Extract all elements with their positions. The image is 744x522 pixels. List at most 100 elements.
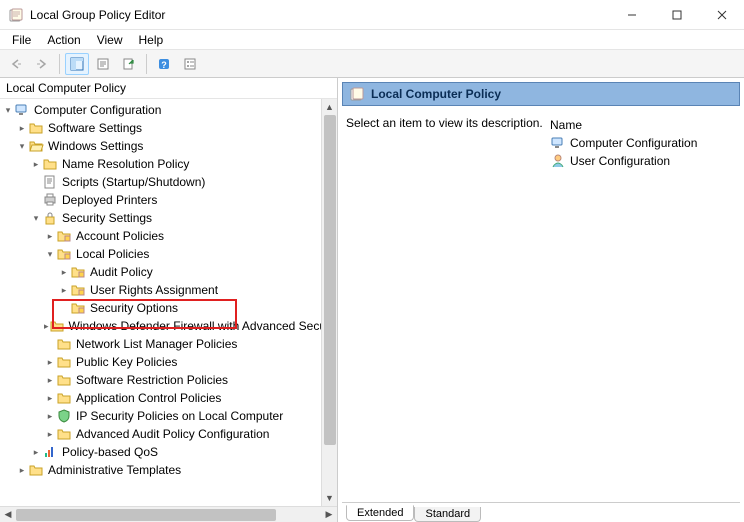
tree-item-name-resolution-policy[interactable]: ▸ Name Resolution Policy (0, 155, 337, 173)
chevron-right-icon[interactable]: ▸ (44, 357, 56, 368)
tree-label: Application Control Policies (74, 391, 221, 405)
chevron-down-icon[interactable]: ▾ (44, 249, 56, 260)
tree-label: Administrative Templates (46, 463, 181, 477)
tree-item-local-policies[interactable]: ▾ Local Policies (0, 245, 337, 263)
folder-icon (28, 120, 44, 136)
tab-standard[interactable]: Standard (414, 507, 481, 522)
chevron-right-icon[interactable]: ▸ (30, 159, 42, 170)
tree-item-administrative-templates[interactable]: ▸ Administrative Templates (0, 461, 337, 479)
scroll-track[interactable] (16, 507, 321, 522)
tree-item-public-key-policies[interactable]: ▸ Public Key Policies (0, 353, 337, 371)
folder-lock-icon (70, 282, 86, 298)
details-pane: Local Computer Policy Select an item to … (338, 78, 744, 522)
toolbar-separator (146, 54, 147, 74)
chevron-right-icon[interactable]: ▸ (44, 429, 56, 440)
chevron-down-icon[interactable]: ▾ (30, 213, 42, 224)
tree-item-audit-policy[interactable]: ▸ Audit Policy (0, 263, 337, 281)
chevron-right-icon[interactable]: ▸ (44, 411, 56, 422)
computer-icon (14, 102, 30, 118)
scroll-thumb[interactable] (16, 509, 276, 521)
tree-label: Software Restriction Policies (74, 373, 228, 387)
chevron-down-icon[interactable]: ▾ (2, 105, 14, 116)
policy-icon (349, 86, 365, 102)
column-header-name[interactable]: Name (546, 116, 736, 134)
forward-button[interactable] (30, 53, 54, 75)
folder-icon (56, 372, 72, 388)
close-button[interactable] (699, 0, 744, 30)
tree-item-user-rights-assignment[interactable]: ▸ User Rights Assignment (0, 281, 337, 299)
tree-horizontal-scrollbar[interactable]: ◀ ▶ (0, 506, 337, 522)
details-list: Name Computer Configuration User Configu… (546, 116, 736, 502)
show-tree-button[interactable] (65, 53, 89, 75)
tree-label: Security Options (88, 301, 178, 315)
help-button[interactable]: ? (152, 53, 176, 75)
folder-open-icon (28, 138, 44, 154)
tree-header[interactable]: Local Computer Policy (0, 78, 337, 99)
tree-label: Name Resolution Policy (60, 157, 189, 171)
tree-item-advanced-audit-policy[interactable]: ▸ Advanced Audit Policy Configuration (0, 425, 337, 443)
folder-icon (28, 462, 44, 478)
scroll-left-icon[interactable]: ◀ (0, 507, 16, 522)
chevron-down-icon[interactable]: ▾ (16, 141, 28, 152)
tree-item-application-control-policies[interactable]: ▸ Application Control Policies (0, 389, 337, 407)
minimize-button[interactable] (609, 0, 654, 30)
app-icon (8, 7, 24, 23)
filter-button[interactable] (178, 53, 202, 75)
scroll-down-icon[interactable]: ▼ (322, 490, 338, 506)
content-area: Local Computer Policy ▾ Computer Configu… (0, 78, 744, 522)
chevron-right-icon[interactable]: ▸ (16, 123, 28, 134)
tree-item-security-options[interactable]: Security Options (0, 299, 337, 317)
tree-item-windows-defender-firewall[interactable]: ▸ Windows Defender Firewall with Advance… (0, 317, 337, 335)
tree-pane: Local Computer Policy ▾ Computer Configu… (0, 78, 338, 522)
tree-item-security-settings[interactable]: ▾ Security Settings (0, 209, 337, 227)
folder-icon (56, 426, 72, 442)
menu-action[interactable]: Action (39, 31, 88, 49)
tree-item-deployed-printers[interactable]: Deployed Printers (0, 191, 337, 209)
tree-item-software-restriction-policies[interactable]: ▸ Software Restriction Policies (0, 371, 337, 389)
tree-label: Security Settings (60, 211, 152, 225)
tree-item-account-policies[interactable]: ▸ Account Policies (0, 227, 337, 245)
tree-item-scripts[interactable]: Scripts (Startup/Shutdown) (0, 173, 337, 191)
tree-item-ip-security-policies[interactable]: ▸ IP Security Policies on Local Computer (0, 407, 337, 425)
tree-item-windows-settings[interactable]: ▾ Windows Settings (0, 137, 337, 155)
properties-button[interactable] (91, 53, 115, 75)
maximize-button[interactable] (654, 0, 699, 30)
lock-icon (42, 210, 58, 226)
scroll-right-icon[interactable]: ▶ (321, 507, 337, 522)
tree-label: Deployed Printers (60, 193, 157, 207)
folder-icon (56, 336, 72, 352)
chevron-right-icon[interactable]: ▸ (44, 231, 56, 242)
details-body: Select an item to view its description. … (342, 116, 740, 502)
tree-item-policy-based-qos[interactable]: ▸ Policy-based QoS (0, 443, 337, 461)
back-button[interactable] (4, 53, 28, 75)
tree-label: Network List Manager Policies (74, 337, 237, 351)
list-item-label: User Configuration (570, 154, 670, 168)
toolbar: ? (0, 50, 744, 78)
script-icon (42, 174, 58, 190)
tree-item-software-settings[interactable]: ▸ Software Settings (0, 119, 337, 137)
chevron-right-icon[interactable]: ▸ (30, 447, 42, 458)
user-icon (550, 153, 566, 169)
menu-help[interactable]: Help (131, 31, 172, 49)
scroll-track[interactable] (322, 115, 338, 490)
chevron-right-icon[interactable]: ▸ (44, 375, 56, 386)
list-item-user-configuration[interactable]: User Configuration (546, 152, 736, 170)
svg-text:?: ? (161, 60, 167, 70)
chevron-right-icon[interactable]: ▸ (44, 393, 56, 404)
chevron-right-icon[interactable]: ▸ (58, 267, 70, 278)
menu-view[interactable]: View (89, 31, 131, 49)
scroll-thumb[interactable] (324, 115, 336, 445)
list-item-computer-configuration[interactable]: Computer Configuration (546, 134, 736, 152)
tree-item-computer-configuration[interactable]: ▾ Computer Configuration (0, 101, 337, 119)
folder-lock-icon (70, 300, 86, 316)
export-button[interactable] (117, 53, 141, 75)
tree-vertical-scrollbar[interactable]: ▲ ▼ (321, 99, 337, 506)
tree-item-network-list-manager-policies[interactable]: Network List Manager Policies (0, 335, 337, 353)
folder-icon (49, 318, 65, 334)
menu-file[interactable]: File (4, 31, 39, 49)
window-title: Local Group Policy Editor (30, 8, 609, 22)
scroll-up-icon[interactable]: ▲ (322, 99, 338, 115)
chevron-right-icon[interactable]: ▸ (58, 285, 70, 296)
chevron-right-icon[interactable]: ▸ (16, 465, 28, 476)
tab-extended[interactable]: Extended (346, 505, 414, 521)
